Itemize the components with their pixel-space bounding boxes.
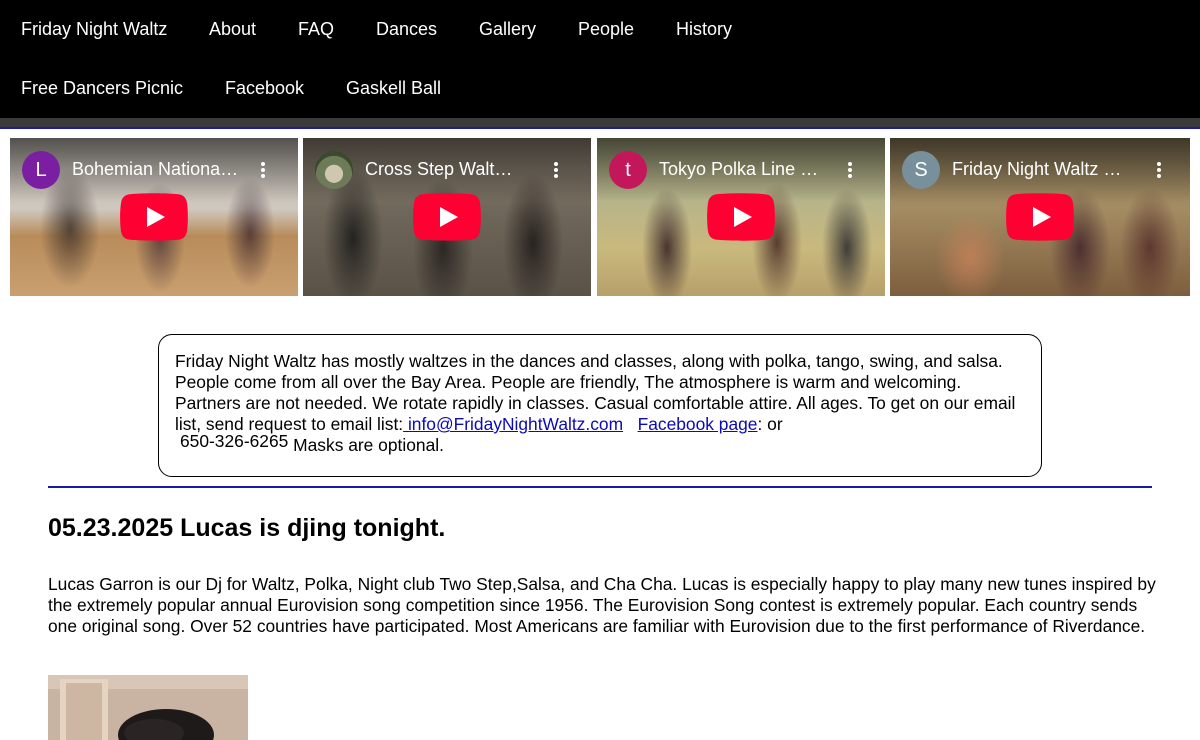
nav-friday-night-waltz[interactable]: Friday Night Waltz xyxy=(21,19,167,40)
nav-people[interactable]: People xyxy=(578,19,634,40)
video-embed-2[interactable]: Cross Step Waltz at Friday Night Waltz xyxy=(303,138,591,296)
email-link[interactable]: info@FridayNightWaltz.com xyxy=(403,414,623,434)
nav-facebook[interactable]: Facebook xyxy=(225,78,304,99)
channel-avatar[interactable]: S xyxy=(902,151,940,189)
nav-bottom-bar xyxy=(0,118,1200,127)
channel-avatar[interactable]: t xyxy=(609,151,647,189)
play-icon[interactable] xyxy=(707,193,775,241)
nav-about[interactable]: About xyxy=(209,19,256,40)
nav-history[interactable]: History xyxy=(676,19,732,40)
nav-gallery[interactable]: Gallery xyxy=(479,19,536,40)
nav-accent-line xyxy=(0,127,1200,129)
video-embed-1[interactable]: L Bohemian National Hall Waltz xyxy=(10,138,298,296)
nav-faq[interactable]: FAQ xyxy=(298,19,334,40)
phone-number: 650-326-6265 xyxy=(180,431,289,451)
dj-photo xyxy=(48,675,248,740)
video-embed-3[interactable]: t Tokyo Polka Line Dance xyxy=(597,138,885,296)
top-navigation: Friday Night Waltz About FAQ Dances Gall… xyxy=(0,0,1200,118)
post-headline: 05.23.2025 Lucas is djing tonight. xyxy=(48,514,446,542)
video-title[interactable]: Tokyo Polka Line Dance xyxy=(659,159,825,180)
channel-avatar[interactable] xyxy=(315,151,353,189)
play-icon[interactable] xyxy=(1006,193,1074,241)
nav-gaskell-ball[interactable]: Gaskell Ball xyxy=(346,78,441,99)
video-title[interactable]: Friday Night Waltz Foxtrot xyxy=(952,159,1124,180)
channel-avatar[interactable]: L xyxy=(22,151,60,189)
or-text: : or xyxy=(757,414,783,434)
masks-text: Masks are optional. xyxy=(288,435,444,455)
play-icon[interactable] xyxy=(413,193,481,241)
nav-free-dancers-picnic[interactable]: Free Dancers Picnic xyxy=(21,78,183,99)
facebook-page-link[interactable]: Facebook page xyxy=(638,414,758,434)
nav-dances[interactable]: Dances xyxy=(376,19,437,40)
more-vert-icon[interactable] xyxy=(256,160,270,180)
video-embed-4[interactable]: S Friday Night Waltz Foxtrot xyxy=(890,138,1190,296)
info-box: Friday Night Waltz has mostly waltzes in… xyxy=(158,334,1042,477)
section-divider xyxy=(48,486,1152,488)
play-icon[interactable] xyxy=(120,193,188,241)
post-body: Lucas Garron is our Dj for Waltz, Polka,… xyxy=(48,574,1156,636)
video-title[interactable]: Bohemian National Hall Waltz xyxy=(72,159,242,180)
more-vert-icon[interactable] xyxy=(1152,160,1166,180)
more-vert-icon[interactable] xyxy=(549,160,563,180)
video-title[interactable]: Cross Step Waltz at Friday Night Waltz xyxy=(365,159,521,180)
more-vert-icon[interactable] xyxy=(843,160,857,180)
